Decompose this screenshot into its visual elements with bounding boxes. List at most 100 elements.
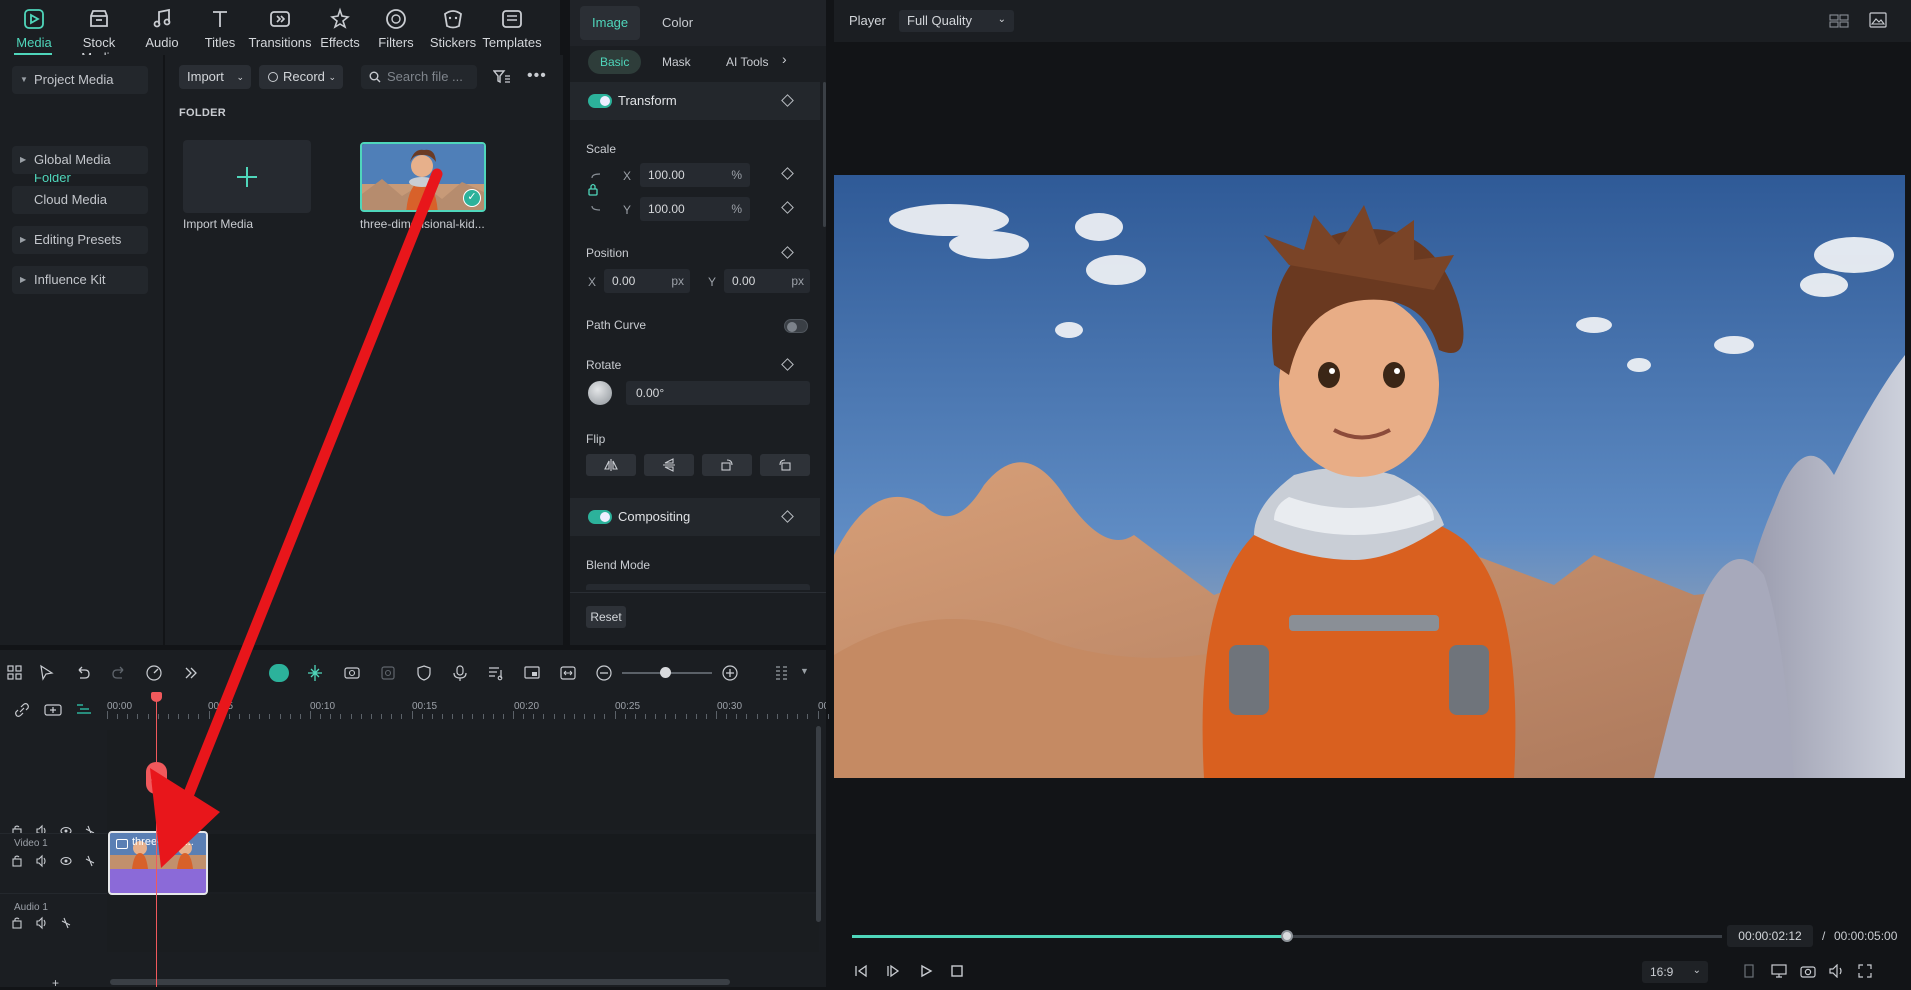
playhead-knob[interactable]: [1281, 930, 1293, 942]
stop-icon[interactable]: [950, 964, 964, 978]
fit-timeline-icon[interactable]: [559, 664, 577, 682]
keyframe-diamond-icon[interactable]: [781, 167, 794, 180]
compositing-section-header[interactable]: Compositing: [570, 498, 820, 536]
redo-icon[interactable]: [110, 664, 128, 682]
grid-view-icon[interactable]: [1829, 13, 1849, 29]
rotate-input[interactable]: 0.00°: [626, 381, 810, 405]
import-media-tile[interactable]: [183, 140, 311, 213]
subtab-mask[interactable]: Mask: [650, 50, 703, 74]
import-dropdown[interactable]: Import ⌄: [179, 65, 251, 89]
subtab-ai-tools[interactable]: AI Tools: [714, 50, 780, 74]
zoom-in-icon[interactable]: [721, 664, 739, 682]
next-frame-icon[interactable]: [886, 964, 900, 978]
sidebar-item-influence-kit[interactable]: ▶ Influence Kit: [12, 266, 148, 294]
search-input[interactable]: Search file ...: [361, 65, 477, 89]
filter-sort-icon[interactable]: [493, 69, 511, 85]
tab-audio[interactable]: Audio: [132, 6, 192, 50]
rotate-cw-button[interactable]: [702, 454, 752, 476]
zoom-out-icon[interactable]: [595, 664, 613, 682]
audio-text-icon[interactable]: [487, 664, 505, 682]
keyframe-diamond-icon[interactable]: [781, 246, 794, 259]
camera-snapshot-icon[interactable]: [1800, 964, 1816, 978]
flip-vertical-button[interactable]: [644, 454, 694, 476]
track-controls-icons[interactable]: [12, 916, 72, 930]
subtab-basic[interactable]: Basic: [588, 50, 642, 74]
undo-icon[interactable]: [74, 664, 92, 682]
position-y-input[interactable]: 0.00 px: [724, 269, 810, 293]
keyframe-diamond-icon[interactable]: [781, 510, 794, 523]
timeline-ruler[interactable]: 00:00 00:05 00:10 00:15 00:20 00:25 00:3…: [107, 696, 829, 722]
tab-transitions[interactable]: Transitions: [246, 6, 314, 50]
sidebar-item-cloud-media[interactable]: Cloud Media: [12, 186, 148, 214]
compositing-toggle[interactable]: [588, 510, 612, 524]
auto-reframe-icon[interactable]: [343, 664, 361, 682]
transform-toggle[interactable]: [588, 94, 612, 108]
audio-track-lane[interactable]: [107, 894, 819, 952]
marker-icon[interactable]: [1742, 964, 1756, 978]
sidebar-item-editing-presets[interactable]: ▶ Editing Presets: [12, 226, 148, 254]
tab-media[interactable]: Media: [2, 6, 66, 50]
shield-mask-icon[interactable]: [415, 664, 433, 682]
microphone-icon[interactable]: [451, 664, 469, 682]
ai-speed-icon[interactable]: [145, 664, 163, 682]
add-icon[interactable]: +: [52, 976, 59, 990]
media-thumbnail[interactable]: ✓: [360, 142, 486, 212]
timeline-horizontal-scrollbar[interactable]: [110, 979, 730, 985]
more-options-icon[interactable]: •••: [527, 67, 547, 85]
current-time[interactable]: 00:00:02:12: [1727, 925, 1813, 947]
split-scissors-icon[interactable]: ✂: [146, 762, 167, 794]
play-icon[interactable]: [919, 964, 933, 978]
fullscreen-icon[interactable]: [1858, 964, 1872, 978]
playback-progress-bar[interactable]: [852, 930, 1722, 942]
record-dropdown[interactable]: Record ⌄: [259, 65, 343, 89]
display-settings-icon[interactable]: [1771, 964, 1787, 978]
chevron-right-icon[interactable]: ›: [782, 51, 787, 67]
transform-section-header[interactable]: Transform: [570, 82, 820, 120]
quality-dropdown[interactable]: Full Quality ⌄: [899, 10, 1014, 32]
add-track-icon[interactable]: [44, 702, 62, 718]
tab-titles[interactable]: Titles: [190, 6, 250, 50]
empty-track-lane[interactable]: [107, 730, 819, 830]
rotate-ccw-button[interactable]: [760, 454, 810, 476]
flip-horizontal-button[interactable]: [586, 454, 636, 476]
snapshot-image-icon[interactable]: [1869, 12, 1887, 28]
pip-icon[interactable]: [523, 664, 541, 682]
blend-mode-select[interactable]: [586, 584, 810, 590]
keyframe-diamond-icon[interactable]: [781, 201, 794, 214]
keyframe-diamond-icon[interactable]: [781, 358, 794, 371]
previous-frame-icon[interactable]: [854, 964, 868, 978]
video-preview[interactable]: [834, 175, 1905, 778]
rotate-dial[interactable]: [588, 381, 612, 405]
track-layout-icon[interactable]: [773, 664, 791, 682]
aspect-ratio-dropdown[interactable]: 16:9 ⌄: [1642, 961, 1708, 983]
link-icon[interactable]: [14, 702, 30, 718]
reset-button[interactable]: Reset: [586, 606, 626, 628]
scale-x-input[interactable]: 100.00 %: [640, 163, 750, 187]
volume-icon[interactable]: [1829, 964, 1845, 978]
lock-ratio-icon[interactable]: [588, 170, 604, 214]
video-clip[interactable]: three-dime...: [108, 831, 208, 895]
zoom-slider-knob[interactable]: [660, 667, 671, 678]
tab-effects[interactable]: Effects: [310, 6, 370, 50]
path-curve-toggle[interactable]: [784, 319, 808, 333]
video-track-lane[interactable]: [107, 834, 819, 892]
tab-image[interactable]: Image: [580, 6, 641, 40]
sidebar-item-global-media[interactable]: ▶ Global Media: [12, 146, 148, 174]
ai-mate-icon[interactable]: [269, 664, 289, 682]
keyframe-disabled-icon[interactable]: [379, 664, 397, 682]
tab-color[interactable]: Color: [650, 6, 705, 40]
properties-scrollbar[interactable]: [823, 82, 826, 227]
scale-y-input[interactable]: 100.00 %: [640, 197, 750, 221]
layout-grid-icon[interactable]: [6, 664, 24, 682]
position-x-input[interactable]: 0.00 px: [604, 269, 690, 293]
timeline-vertical-scrollbar[interactable]: [816, 726, 821, 922]
more-tools-icon[interactable]: [182, 664, 200, 682]
tab-stickers[interactable]: Stickers: [422, 6, 484, 50]
timeline-playhead-handle[interactable]: [151, 692, 162, 702]
chevron-down-icon[interactable]: ▼: [800, 666, 809, 676]
tab-filters[interactable]: Filters: [366, 6, 426, 50]
keyframe-diamond-icon[interactable]: [781, 94, 794, 107]
sidebar-item-project-media[interactable]: ▼ Project Media: [12, 66, 148, 94]
track-manager-icon[interactable]: [76, 702, 92, 718]
tab-templates[interactable]: Templates: [480, 6, 544, 50]
